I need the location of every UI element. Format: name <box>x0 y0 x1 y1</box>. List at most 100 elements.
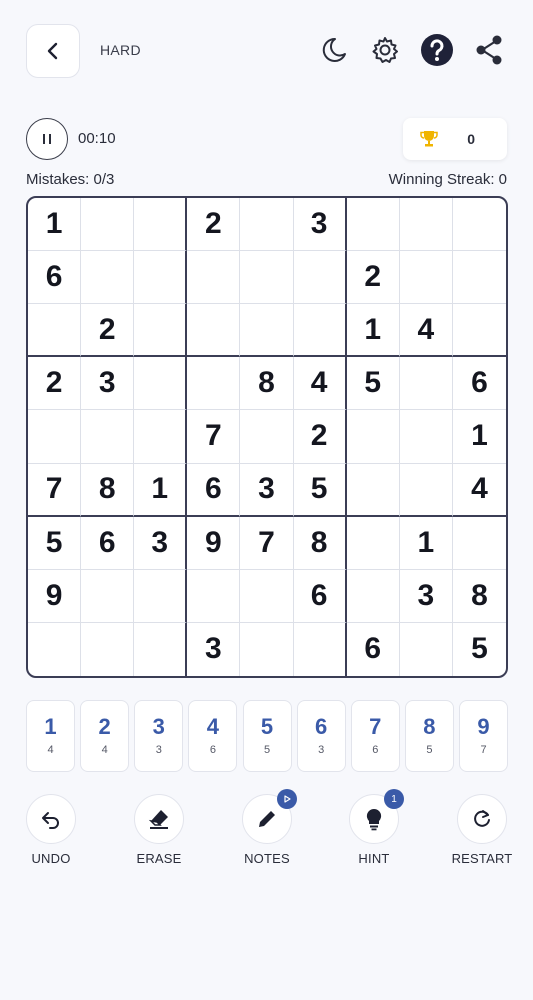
board-cell-r6c3[interactable]: 1 <box>134 463 188 517</box>
board-cell-r3c2[interactable]: 2 <box>81 304 135 358</box>
board-cell-r2c7[interactable]: 2 <box>346 251 400 305</box>
board-cell-r8c8[interactable]: 3 <box>399 569 453 623</box>
number-key-8[interactable]: 85 <box>404 700 454 772</box>
help-button[interactable] <box>419 32 455 68</box>
board-cell-r5c1[interactable] <box>28 410 82 464</box>
board-cell-r1c2[interactable] <box>81 198 135 252</box>
board-cell-r4c9[interactable]: 6 <box>452 357 506 411</box>
theme-toggle-button[interactable] <box>315 32 351 68</box>
board-cell-r3c8[interactable]: 4 <box>399 304 453 358</box>
board-cell-r7c3[interactable]: 3 <box>134 516 188 570</box>
board-cell-r7c1[interactable]: 5 <box>28 516 82 570</box>
board-cell-r5c5[interactable] <box>240 410 294 464</box>
restart-button[interactable] <box>457 794 507 844</box>
board-cell-r3c1[interactable] <box>28 304 82 358</box>
board-cell-r1c4[interactable]: 2 <box>187 198 241 252</box>
board-cell-r4c4[interactable] <box>187 357 241 411</box>
board-cell-r9c5[interactable] <box>240 622 294 676</box>
board-cell-r8c1[interactable]: 9 <box>28 569 82 623</box>
board-cell-r3c6[interactable] <box>293 304 347 358</box>
pause-button[interactable] <box>26 118 68 160</box>
board-cell-r6c8[interactable] <box>399 463 453 517</box>
board-cell-r9c9[interactable]: 5 <box>453 623 506 676</box>
number-key-7[interactable]: 76 <box>350 700 400 772</box>
board-cell-r4c6[interactable]: 4 <box>293 357 347 411</box>
board-cell-r5c3[interactable] <box>134 410 188 464</box>
board-cell-r5c6[interactable]: 2 <box>293 410 347 464</box>
board-cell-r8c2[interactable] <box>81 569 135 623</box>
board-cell-r9c8[interactable] <box>400 622 453 676</box>
board-cell-r9c4[interactable]: 3 <box>187 622 241 676</box>
board-cell-r6c4[interactable]: 6 <box>187 463 241 517</box>
board-cell-r2c9[interactable] <box>452 251 506 305</box>
number-key-9[interactable]: 97 <box>459 700 508 772</box>
board-cell-r6c1[interactable]: 7 <box>28 463 82 517</box>
board-cell-r2c3[interactable] <box>134 251 188 305</box>
settings-button[interactable] <box>367 32 403 68</box>
number-key-3[interactable]: 33 <box>134 700 184 772</box>
board-cell-r4c7[interactable]: 5 <box>346 357 400 411</box>
board-cell-r9c3[interactable] <box>134 622 188 676</box>
number-key-2[interactable]: 24 <box>80 700 130 772</box>
board-cell-r4c8[interactable] <box>399 357 453 411</box>
board-cell-r4c3[interactable] <box>134 357 188 411</box>
board-cell-r7c4[interactable]: 9 <box>187 516 241 570</box>
undo-button[interactable] <box>26 794 76 844</box>
board-cell-r9c2[interactable] <box>81 622 135 676</box>
board-cell-r2c6[interactable] <box>293 251 347 305</box>
board-cell-r3c5[interactable] <box>240 304 294 358</box>
board-cell-r5c8[interactable] <box>399 410 453 464</box>
board-cell-r5c7[interactable] <box>346 410 400 464</box>
board-cell-r6c9[interactable]: 4 <box>452 464 506 517</box>
board-cell-r3c9[interactable] <box>452 304 506 358</box>
number-key-4[interactable]: 46 <box>188 700 238 772</box>
board-cell-r5c9[interactable]: 1 <box>452 410 506 464</box>
hint-button[interactable]: 1 <box>349 789 404 844</box>
erase-button[interactable] <box>134 794 184 844</box>
board-cell-r7c8[interactable]: 1 <box>399 516 453 570</box>
board-cell-r3c4[interactable] <box>187 304 241 358</box>
board-cell-r9c6[interactable] <box>294 622 347 676</box>
board-cell-r7c5[interactable]: 7 <box>240 516 294 570</box>
board-cell-r7c2[interactable]: 6 <box>81 516 135 570</box>
board-cell-r8c4[interactable] <box>187 569 241 623</box>
board-cell-r1c9[interactable] <box>452 198 506 252</box>
board-cell-r7c6[interactable]: 8 <box>293 516 347 570</box>
board-cell-r1c1[interactable]: 1 <box>28 198 82 252</box>
board-cell-r2c4[interactable] <box>187 251 241 305</box>
board-cell-r6c6[interactable]: 5 <box>293 463 347 517</box>
board-cell-r4c2[interactable]: 3 <box>81 357 135 411</box>
board-cell-r6c2[interactable]: 8 <box>81 463 135 517</box>
number-key-5[interactable]: 55 <box>242 700 292 772</box>
board-cell-r1c6[interactable]: 3 <box>293 198 347 252</box>
board-cell-r4c5[interactable]: 8 <box>240 357 294 411</box>
board-cell-r3c3[interactable] <box>134 304 188 358</box>
board-cell-r6c7[interactable] <box>346 463 400 517</box>
board-cell-r6c5[interactable]: 3 <box>240 463 294 517</box>
board-cell-r5c2[interactable] <box>81 410 135 464</box>
board-cell-r3c7[interactable]: 1 <box>346 304 400 358</box>
board-cell-r9c7[interactable]: 6 <box>347 622 400 676</box>
notes-button[interactable] <box>242 789 297 844</box>
share-button[interactable] <box>471 32 507 68</box>
board-cell-r2c1[interactable]: 6 <box>28 251 82 305</box>
board-cell-r8c5[interactable] <box>240 569 294 623</box>
number-key-1[interactable]: 14 <box>26 700 75 772</box>
number-key-6[interactable]: 63 <box>296 700 346 772</box>
board-cell-r4c1[interactable]: 2 <box>28 357 82 411</box>
board-cell-r9c1[interactable] <box>28 622 82 676</box>
board-cell-r8c7[interactable] <box>346 569 400 623</box>
board-cell-r1c8[interactable] <box>399 198 453 252</box>
back-button[interactable] <box>26 24 80 78</box>
board-cell-r7c9[interactable] <box>452 517 506 570</box>
board-cell-r1c7[interactable] <box>346 198 400 252</box>
board-cell-r8c6[interactable]: 6 <box>293 569 347 623</box>
board-cell-r2c2[interactable] <box>81 251 135 305</box>
board-cell-r2c8[interactable] <box>399 251 453 305</box>
board-cell-r1c5[interactable] <box>240 198 294 252</box>
board-cell-r8c9[interactable]: 8 <box>452 570 506 623</box>
board-cell-r1c3[interactable] <box>134 198 188 252</box>
board-cell-r5c4[interactable]: 7 <box>187 410 241 464</box>
board-cell-r7c7[interactable] <box>346 516 400 570</box>
board-cell-r8c3[interactable] <box>134 569 188 623</box>
